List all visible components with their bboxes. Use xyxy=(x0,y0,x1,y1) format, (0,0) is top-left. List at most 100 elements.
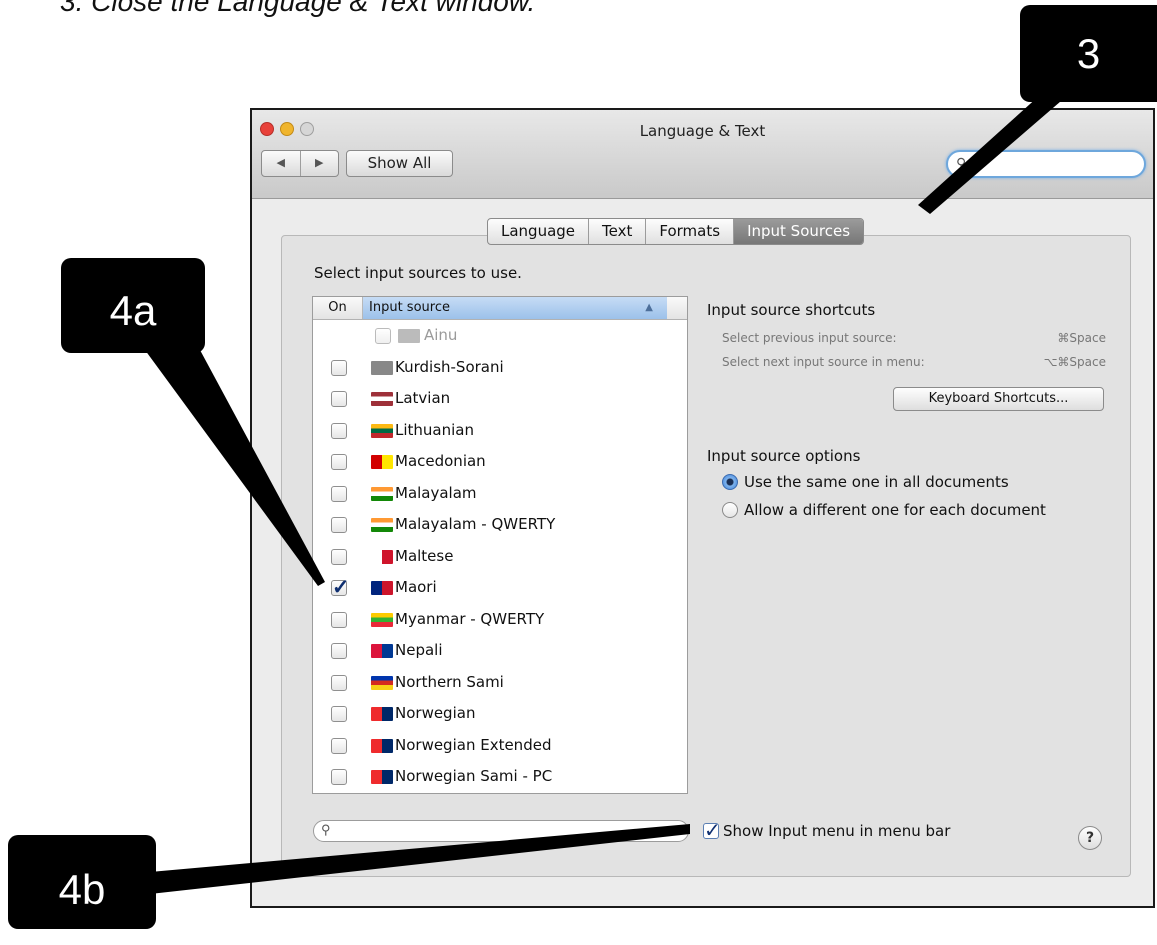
toolbar-search-input[interactable]: ⚲ xyxy=(946,150,1146,178)
shortcut-next-key: ⌥⌘Space xyxy=(1043,355,1106,369)
input-source-checkbox[interactable] xyxy=(331,706,347,722)
input-source-name: Myanmar - QWERTY xyxy=(395,609,545,628)
input-source-checkbox[interactable] xyxy=(331,517,347,533)
myanmar-flag-icon xyxy=(371,612,393,627)
input-source-checkbox xyxy=(375,328,391,344)
input-source-checkbox[interactable] xyxy=(331,643,347,659)
keyboard-icon xyxy=(371,360,393,375)
input-source-checkbox[interactable] xyxy=(331,611,347,628)
callout-4b: 4b xyxy=(8,835,156,929)
option-different-row[interactable]: Allow a different one for each document xyxy=(722,501,1046,519)
list-item[interactable]: Northern Sami xyxy=(313,667,687,699)
list-item[interactable]: Kurdish-Sorani xyxy=(313,352,687,384)
column-input-source[interactable]: Input source ▲ xyxy=(363,297,667,319)
input-source-checkbox[interactable] xyxy=(331,674,347,691)
back-forward-control: ◀ ▶ xyxy=(261,150,339,177)
option-same-row[interactable]: Use the same one in all documents xyxy=(722,473,1009,491)
tab-text[interactable]: Text xyxy=(588,219,645,244)
help-button[interactable]: ? xyxy=(1078,826,1102,850)
latvia-flag-icon xyxy=(371,392,393,406)
list-item[interactable]: Norwegian Extended xyxy=(313,730,687,762)
norway-flag-icon xyxy=(371,707,393,721)
list-item[interactable]: Myanmar - QWERTY xyxy=(313,604,687,636)
tab-language[interactable]: Language xyxy=(488,219,588,244)
input-source-checkbox[interactable] xyxy=(331,422,347,439)
shortcut-previous-label: Select previous input source: xyxy=(722,331,897,345)
tab-formats[interactable]: Formats xyxy=(645,219,733,244)
show-input-menu-checkbox[interactable]: Show Input menu in menu bar xyxy=(703,818,951,842)
norway-extended-flag-icon xyxy=(371,738,393,753)
list-item[interactable]: Malayalam xyxy=(313,478,687,510)
input-source-checkbox[interactable] xyxy=(331,391,347,407)
shortcut-previous-row: Select previous input source: ⌘Space xyxy=(722,331,1106,345)
input-source-name: Norwegian Extended xyxy=(395,735,552,754)
option-same-radio[interactable] xyxy=(722,474,738,490)
input-source-name: Northern Sami xyxy=(395,672,504,691)
shortcut-next-row: Select next input source in menu: ⌥⌘Spac… xyxy=(722,355,1106,369)
option-different-label: Allow a different one for each document xyxy=(744,501,1046,519)
input-source-checkbox[interactable] xyxy=(331,548,347,565)
language-text-window: Language & Text ◀ ▶ Show All ⚲ Language … xyxy=(250,108,1155,908)
norway-sami-flag-icon xyxy=(371,770,393,784)
list-item[interactable]: Maltese xyxy=(313,541,687,573)
malayalam-qwerty-icon xyxy=(371,518,393,532)
input-source-checkbox[interactable] xyxy=(331,485,347,502)
search-icon: ⚲ xyxy=(956,155,967,171)
input-source-checkbox[interactable] xyxy=(331,737,347,754)
ainu-keyboard-icon xyxy=(398,329,420,343)
shortcut-next-label: Select next input source in menu: xyxy=(722,355,925,369)
input-source-name: Malayalam - QWERTY xyxy=(395,515,556,533)
forward-icon[interactable]: ▶ xyxy=(299,151,339,176)
list-item[interactable]: Nepali xyxy=(313,635,687,667)
list-header: On Input source ▲ xyxy=(313,297,687,320)
input-source-name: Kurdish-Sorani xyxy=(395,357,504,376)
window-title: Language & Text xyxy=(639,122,766,140)
list-item[interactable]: Malayalam - QWERTY xyxy=(313,509,687,541)
input-source-checkbox[interactable] xyxy=(331,575,350,600)
instruction-caption: 3. Close the Language & Text window. xyxy=(60,0,536,17)
show-input-menu-check[interactable] xyxy=(703,818,721,842)
option-same-label: Use the same one in all documents xyxy=(744,473,1009,491)
show-all-button[interactable]: Show All xyxy=(346,150,453,177)
search-icon: ⚲ xyxy=(321,822,331,837)
nepal-flag-icon xyxy=(371,644,393,658)
input-source-name: Lithuanian xyxy=(395,420,474,439)
input-source-checkbox[interactable] xyxy=(331,359,347,376)
back-icon[interactable]: ◀ xyxy=(262,151,300,176)
callout-3: 3 xyxy=(1020,5,1157,102)
list-item[interactable]: Macedonian xyxy=(313,446,687,478)
input-source-checkbox[interactable] xyxy=(331,454,347,470)
input-source-name: Macedonian xyxy=(395,452,486,470)
list-item[interactable]: Ainu xyxy=(313,320,687,352)
keyboard-shortcuts-button[interactable]: Keyboard Shortcuts... xyxy=(893,387,1104,411)
column-on[interactable]: On xyxy=(313,297,363,319)
callout-4a: 4a xyxy=(61,258,205,353)
option-different-radio[interactable] xyxy=(722,502,738,518)
lithuania-flag-icon xyxy=(371,423,393,438)
input-source-checkbox[interactable] xyxy=(331,769,347,785)
malayalam-script-icon xyxy=(371,486,393,501)
input-source-name: Nepali xyxy=(395,641,443,659)
titlebar: Language & Text ◀ ▶ Show All ⚲ xyxy=(252,110,1153,199)
preference-tabs: Language Text Formats Input Sources xyxy=(487,218,865,245)
show-input-menu-label: Show Input menu in menu bar xyxy=(723,822,951,840)
list-rows: Ainu Kurdish-Sorani Latvian Lithuanian Maced… xyxy=(313,320,687,793)
shortcut-previous-key: ⌘Space xyxy=(1057,331,1106,345)
list-search-input[interactable]: ⚲ xyxy=(313,820,689,842)
input-source-name: Maltese xyxy=(395,546,454,565)
malta-flag-icon xyxy=(371,549,393,564)
tab-input-sources[interactable]: Input Sources xyxy=(733,219,864,244)
list-item[interactable]: Latvian xyxy=(313,383,687,415)
input-source-name: Norwegian xyxy=(395,704,476,722)
input-source-name: Malayalam xyxy=(395,483,477,502)
list-item[interactable]: Lithuanian xyxy=(313,415,687,447)
options-title: Input source options xyxy=(707,447,861,465)
list-item[interactable]: Norwegian Sami - PC xyxy=(313,761,687,793)
new-zealand-flag-icon xyxy=(371,581,393,595)
input-source-name: Ainu xyxy=(424,326,458,344)
input-source-name: Latvian xyxy=(395,389,451,407)
list-item[interactable]: Norwegian xyxy=(313,698,687,730)
list-item[interactable]: Maori xyxy=(313,572,687,604)
input-source-name: Norwegian Sami - PC xyxy=(395,767,553,785)
select-sources-label: Select input sources to use. xyxy=(314,264,522,282)
